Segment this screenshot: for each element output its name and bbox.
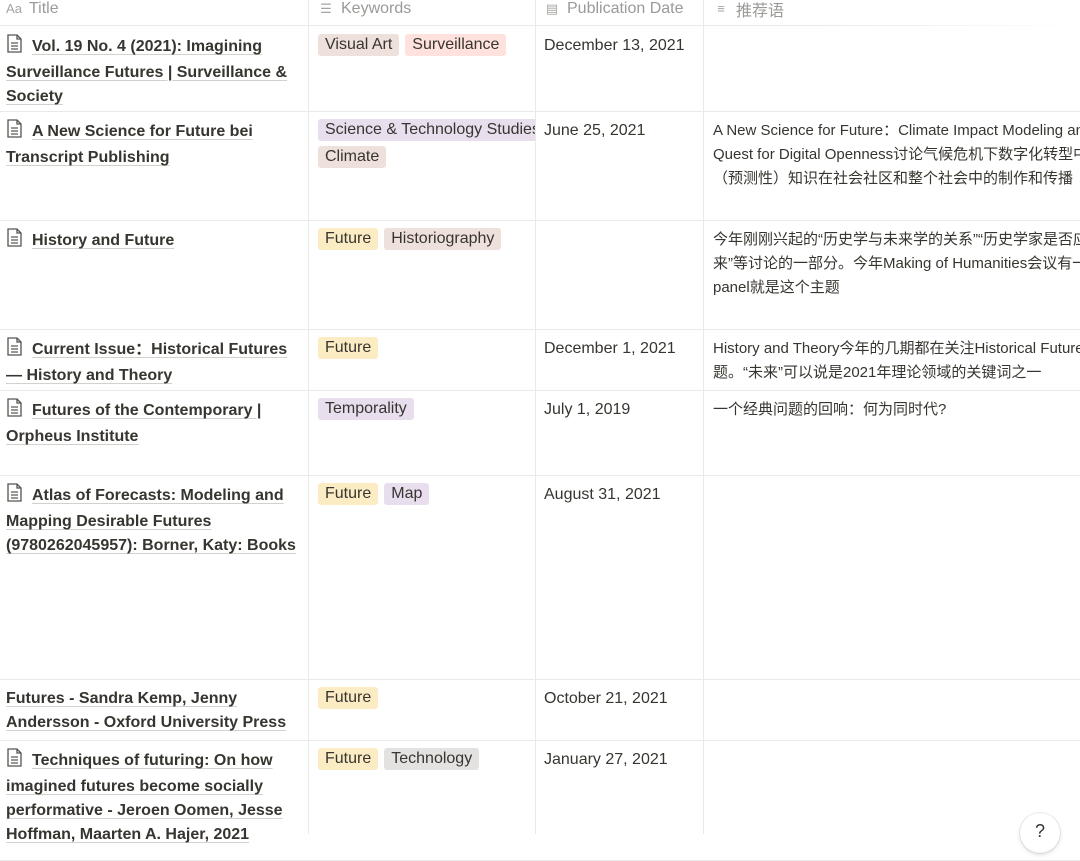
column-header-date[interactable]: ▤ Publication Date: [544, 0, 684, 25]
row-title-text: A New Science for Future bei Transcript …: [6, 123, 253, 166]
multi-select-icon: ☰: [320, 0, 332, 16]
table-row[interactable]: History and Future Future Historiography 今年…: [0, 220, 1080, 330]
help-button[interactable]: ?: [1020, 813, 1060, 853]
column-header-keywords[interactable]: ☰ Keywords: [318, 0, 411, 25]
page-icon: [6, 398, 26, 425]
keyword-tag: Temporality: [318, 398, 414, 420]
row-title-text: Current Issue：Historical Futures — Histo…: [6, 341, 288, 384]
row-title-link[interactable]: Vol. 19 No. 4 (2021): Imagining Surveill…: [6, 34, 288, 105]
recommendation-cell[interactable]: 今年刚刚兴起的“历史学与未来学的关系”“历史学家是否应该关注未来”等讨论的一部分…: [713, 220, 1080, 329]
title-cell[interactable]: Techniques of futuring: On how imagined …: [6, 740, 300, 860]
row-title-link[interactable]: Futures - Sandra Kemp, Jenny Andersson -…: [6, 690, 286, 731]
column-header-label: Publication Date: [567, 0, 684, 17]
row-title-link[interactable]: Techniques of futuring: On how imagined …: [6, 748, 283, 843]
keyword-tag: Climate: [318, 146, 387, 168]
publication-date-cell[interactable]: August 31, 2021: [544, 475, 702, 679]
keywords-cell[interactable]: Temporality: [318, 390, 535, 475]
column-header-recommendation[interactable]: ≡ 推荐语: [713, 0, 784, 25]
keywords-cell[interactable]: Future Historiography: [318, 220, 535, 329]
page-icon: [6, 483, 26, 510]
keywords-cell[interactable]: Visual Art Surveillance: [318, 26, 535, 111]
recommendation-cell[interactable]: History and Theory今年的几期都在关注Historical Fu…: [713, 329, 1080, 390]
text-lines-icon: ≡: [717, 1, 725, 16]
title-cell[interactable]: History and Future: [6, 220, 300, 329]
row-title-text: Futures of the Contemporary | Orpheus In…: [6, 402, 262, 445]
table-row[interactable]: Techniques of futuring: On how imagined …: [0, 740, 1080, 861]
table-row[interactable]: Futures - Sandra Kemp, Jenny Andersson -…: [0, 679, 1080, 741]
keyword-tag: Future: [318, 337, 379, 359]
recommendation-line: 题。“未来”可以说是2021年理论领域的关键词之一: [713, 364, 1042, 381]
keyword-tag: Surveillance: [405, 34, 507, 56]
publication-date-cell[interactable]: June 25, 2021: [544, 111, 702, 220]
recommendation-line: A New Science for Future：Climate Impact …: [713, 122, 1080, 139]
table-row[interactable]: Vol. 19 No. 4 (2021): Imagining Surveill…: [0, 26, 1080, 112]
recommendation-line: 来”等讨论的一部分。今年Making of Humanities会议有一个: [713, 255, 1080, 272]
calendar-icon: ▤: [545, 0, 559, 16]
row-title-link[interactable]: Futures of the Contemporary | Orpheus In…: [6, 398, 262, 445]
recommendation-line: panel就是这个主题: [713, 279, 840, 296]
column-header-label: 推荐语: [736, 2, 785, 20]
page-icon: [6, 228, 26, 255]
keywords-cell[interactable]: Science & Technology Studies Climate: [318, 111, 535, 220]
keyword-tag: Future: [318, 687, 379, 709]
row-title-text: Vol. 19 No. 4 (2021): Imagining Surveill…: [6, 38, 288, 105]
question-icon: ?: [1034, 821, 1045, 841]
keyword-tag: Visual Art: [318, 34, 400, 56]
text-property-icon: Aa: [6, 1, 22, 16]
row-title-link[interactable]: Current Issue：Historical Futures — Histo…: [6, 337, 288, 384]
publication-date-cell[interactable]: December 1, 2021: [544, 329, 702, 390]
row-title-link[interactable]: A New Science for Future bei Transcript …: [6, 119, 253, 166]
row-title-text: Atlas of Forecasts: Modeling and Mapping…: [6, 487, 296, 554]
page-icon: [6, 337, 26, 364]
publication-date-cell[interactable]: January 27, 2021: [544, 740, 702, 860]
keywords-cell[interactable]: Future Technology: [318, 740, 535, 860]
header-fade: [820, 0, 1080, 26]
recommendation-line: 一个经典问题的回响：何为同时代?: [713, 401, 947, 418]
keyword-tag: Future: [318, 748, 379, 770]
row-title-link[interactable]: Atlas of Forecasts: Modeling and Mapping…: [6, 483, 296, 554]
recommendation-cell[interactable]: [713, 26, 1080, 111]
keyword-tag: Historiography: [384, 228, 502, 250]
recommendation-line: （预测性）知识在社会社区和整个社会中的制作和传播: [713, 170, 1074, 187]
keyword-tag: Future: [318, 483, 379, 505]
page-icon: [6, 119, 26, 146]
recommendation-line: Quest for Digital Openness讨论气候危机下数字化转型中未…: [713, 146, 1080, 163]
recommendation-cell[interactable]: A New Science for Future：Climate Impact …: [713, 111, 1080, 220]
page-icon: [6, 34, 26, 61]
table-row[interactable]: Current Issue：Historical Futures — Histo…: [0, 329, 1080, 391]
recommendation-cell[interactable]: 一个经典问题的回响：何为同时代?: [713, 390, 1080, 475]
row-title-link[interactable]: History and Future: [6, 228, 175, 249]
row-title-text: Techniques of futuring: On how imagined …: [6, 752, 283, 843]
publication-date-cell[interactable]: July 1, 2019: [544, 390, 702, 475]
row-title-text: Futures - Sandra Kemp, Jenny Andersson -…: [6, 690, 287, 731]
keyword-tag: Future: [318, 228, 379, 250]
keyword-tag: Science & Technology Studies: [318, 119, 535, 141]
recommendation-line: 今年刚刚兴起的“历史学与未来学的关系”“历史学家是否应该关注未: [713, 231, 1080, 248]
recommendation-line: History and Theory今年的几期都在关注Historical Fu…: [713, 340, 1080, 357]
title-cell[interactable]: Atlas of Forecasts: Modeling and Mapping…: [6, 475, 300, 679]
keywords-cell[interactable]: Future Map: [318, 475, 535, 679]
title-cell[interactable]: A New Science for Future bei Transcript …: [6, 111, 300, 220]
title-cell[interactable]: Futures of the Contemporary | Orpheus In…: [6, 390, 300, 475]
column-header-label: Title: [29, 0, 59, 17]
keywords-cell[interactable]: Future: [318, 329, 535, 390]
publication-date-cell[interactable]: December 13, 2021: [544, 26, 702, 111]
keywords-cell[interactable]: Future: [318, 679, 535, 740]
table-row[interactable]: A New Science for Future bei Transcript …: [0, 111, 1080, 221]
page-icon: [6, 748, 26, 775]
title-cell[interactable]: Current Issue：Historical Futures — Histo…: [6, 329, 300, 390]
table-row[interactable]: Atlas of Forecasts: Modeling and Mapping…: [0, 475, 1080, 680]
publication-date-cell[interactable]: [544, 220, 702, 329]
row-title-text: History and Future: [32, 232, 175, 249]
keyword-tag: Map: [384, 483, 430, 505]
column-header-title[interactable]: Aa Title: [6, 0, 59, 25]
publication-date-cell[interactable]: October 21, 2021: [544, 679, 702, 740]
keyword-tag: Technology: [384, 748, 480, 770]
title-cell[interactable]: Futures - Sandra Kemp, Jenny Andersson -…: [6, 679, 300, 740]
recommendation-cell[interactable]: [713, 679, 1080, 740]
column-header-label: Keywords: [341, 0, 412, 17]
table-row[interactable]: Futures of the Contemporary | Orpheus In…: [0, 390, 1080, 476]
recommendation-cell[interactable]: [713, 475, 1080, 679]
title-cell[interactable]: Vol. 19 No. 4 (2021): Imagining Surveill…: [6, 26, 300, 111]
